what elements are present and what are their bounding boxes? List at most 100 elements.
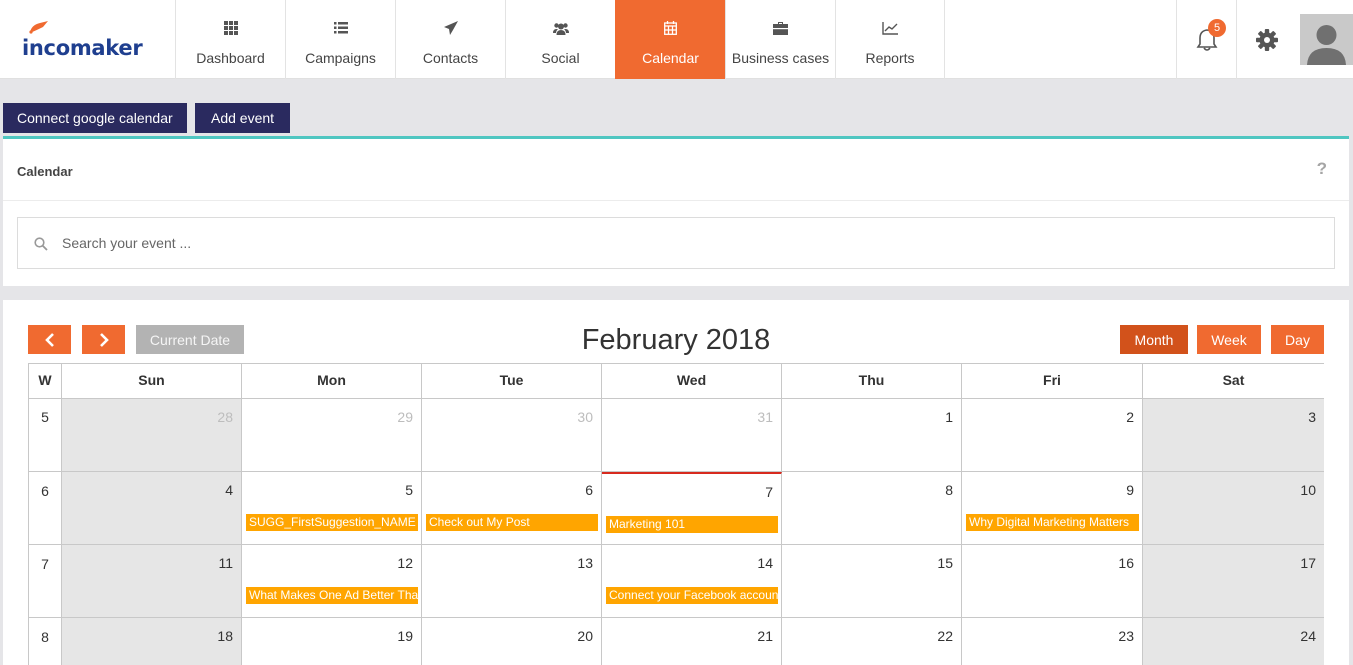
month-view-button[interactable]: Month	[1120, 325, 1188, 354]
week-number: 7	[29, 545, 62, 618]
day-cell[interactable]: 18	[62, 618, 242, 665]
day-cell[interactable]: 16	[962, 545, 1143, 618]
day-number: 5	[405, 482, 413, 498]
dashboard-icon	[223, 20, 238, 36]
day-header: Sat	[1143, 364, 1324, 399]
day-number: 10	[1300, 482, 1316, 498]
day-number: 18	[217, 628, 233, 644]
day-number: 2	[1126, 409, 1134, 425]
nav-label: Dashboard	[196, 50, 265, 66]
day-number: 4	[225, 482, 233, 498]
day-number: 20	[577, 628, 593, 644]
day-cell[interactable]: 19	[242, 618, 422, 665]
day-cell[interactable]: 28	[62, 399, 242, 472]
day-number: 22	[937, 628, 953, 644]
day-cell[interactable]: 6 Check out My Post	[422, 472, 602, 545]
main-nav: Dashboard Campaigns Contacts Social Cale…	[175, 0, 945, 79]
day-number: 28	[217, 409, 233, 425]
day-number: 17	[1300, 555, 1316, 571]
day-number: 13	[577, 555, 593, 571]
connect-google-calendar-button[interactable]: Connect google calendar	[3, 103, 187, 133]
day-cell[interactable]: 17	[1143, 545, 1324, 618]
day-cell[interactable]: 5 SUGG_FirstSuggestion_NAME	[242, 472, 422, 545]
calendar-search-panel: Calendar ?	[3, 136, 1349, 286]
day-number: 6	[585, 482, 593, 498]
day-number: 21	[757, 628, 773, 644]
day-cell[interactable]: 11	[62, 545, 242, 618]
incomaker-logo[interactable]: incomaker	[22, 20, 152, 64]
notifications-button[interactable]: 5	[1176, 0, 1236, 79]
day-cell[interactable]: 7 Marketing 101	[602, 472, 782, 545]
calendar-event[interactable]: SUGG_FirstSuggestion_NAME	[246, 514, 418, 531]
nav-dashboard[interactable]: Dashboard	[175, 0, 285, 79]
add-event-button[interactable]: Add event	[195, 103, 291, 133]
day-cell[interactable]: 3	[1143, 399, 1324, 472]
calendar-event[interactable]: Connect your Facebook accoun	[606, 587, 778, 604]
nav-label: Campaigns	[305, 50, 376, 66]
current-date-button[interactable]: Current Date	[136, 325, 244, 354]
line-chart-icon	[882, 20, 898, 36]
month-grid: W Sun Mon Tue Wed Thu Fri Sat 5 28 29 30 31 1 2 3 6 4 5 SUG…	[28, 363, 1324, 665]
calendar-event[interactable]: What Makes One Ad Better Tha	[246, 587, 418, 604]
paper-plane-icon	[443, 20, 458, 36]
day-header: Sun	[62, 364, 242, 399]
day-number: 29	[397, 409, 413, 425]
week-number: 6	[29, 472, 62, 545]
prev-month-button[interactable]	[28, 325, 71, 354]
search-icon	[34, 237, 48, 251]
week-number: 5	[29, 399, 62, 472]
day-cell[interactable]: 20	[422, 618, 602, 665]
nav-campaigns[interactable]: Campaigns	[285, 0, 395, 79]
day-cell[interactable]: 4	[62, 472, 242, 545]
nav-business-cases[interactable]: Business cases	[725, 0, 835, 79]
day-number: 9	[1126, 482, 1134, 498]
day-cell[interactable]: 21	[602, 618, 782, 665]
day-cell[interactable]: 2	[962, 399, 1143, 472]
calendar-event[interactable]: Why Digital Marketing Matters	[966, 514, 1139, 531]
nav-label: Social	[541, 50, 580, 66]
search-input[interactable]	[62, 218, 1322, 268]
day-number: 7	[765, 484, 773, 500]
day-cell[interactable]: 9 Why Digital Marketing Matters	[962, 472, 1143, 545]
user-silhouette-icon	[1307, 25, 1346, 65]
nav-reports[interactable]: Reports	[835, 0, 945, 79]
day-cell[interactable]: 15	[782, 545, 962, 618]
nav-contacts[interactable]: Contacts	[395, 0, 505, 79]
day-cell[interactable]: 1	[782, 399, 962, 472]
day-cell[interactable]: 24	[1143, 618, 1324, 665]
day-number: 8	[945, 482, 953, 498]
nav-social[interactable]: Social	[505, 0, 615, 79]
day-cell[interactable]: 22	[782, 618, 962, 665]
settings-button[interactable]	[1236, 0, 1296, 79]
day-cell[interactable]: 23	[962, 618, 1143, 665]
day-cell[interactable]: 14 Connect your Facebook accoun	[602, 545, 782, 618]
next-month-button[interactable]	[82, 325, 125, 354]
day-cell[interactable]: 12 What Makes One Ad Better Tha	[242, 545, 422, 618]
nav-calendar[interactable]: Calendar	[615, 0, 725, 79]
avatar[interactable]	[1300, 14, 1353, 65]
users-icon	[552, 20, 569, 36]
day-number: 3	[1308, 409, 1316, 425]
notification-count-badge: 5	[1208, 19, 1226, 37]
week-number-header: W	[29, 364, 62, 399]
day-header: Wed	[602, 364, 782, 399]
week-view-button[interactable]: Week	[1197, 325, 1261, 354]
day-cell[interactable]: 13	[422, 545, 602, 618]
day-cell[interactable]: 10	[1143, 472, 1324, 545]
calendar-panel: Current Date February 2018 Month Week Da…	[3, 300, 1349, 665]
week-number: 8	[29, 618, 62, 665]
calendar-event[interactable]: Marketing 101	[606, 516, 778, 533]
day-view-button[interactable]: Day	[1271, 325, 1324, 354]
chevron-right-icon	[99, 332, 109, 347]
calendar-event[interactable]: Check out My Post	[426, 514, 598, 531]
day-cell[interactable]: 8	[782, 472, 962, 545]
day-number: 30	[577, 409, 593, 425]
day-cell[interactable]: 30	[422, 399, 602, 472]
day-cell[interactable]: 31	[602, 399, 782, 472]
nav-label: Business cases	[731, 50, 830, 66]
day-number: 1	[945, 409, 953, 425]
day-cell[interactable]: 29	[242, 399, 422, 472]
day-number: 14	[757, 555, 773, 571]
day-number: 11	[218, 555, 233, 571]
help-icon[interactable]: ?	[1317, 159, 1327, 179]
